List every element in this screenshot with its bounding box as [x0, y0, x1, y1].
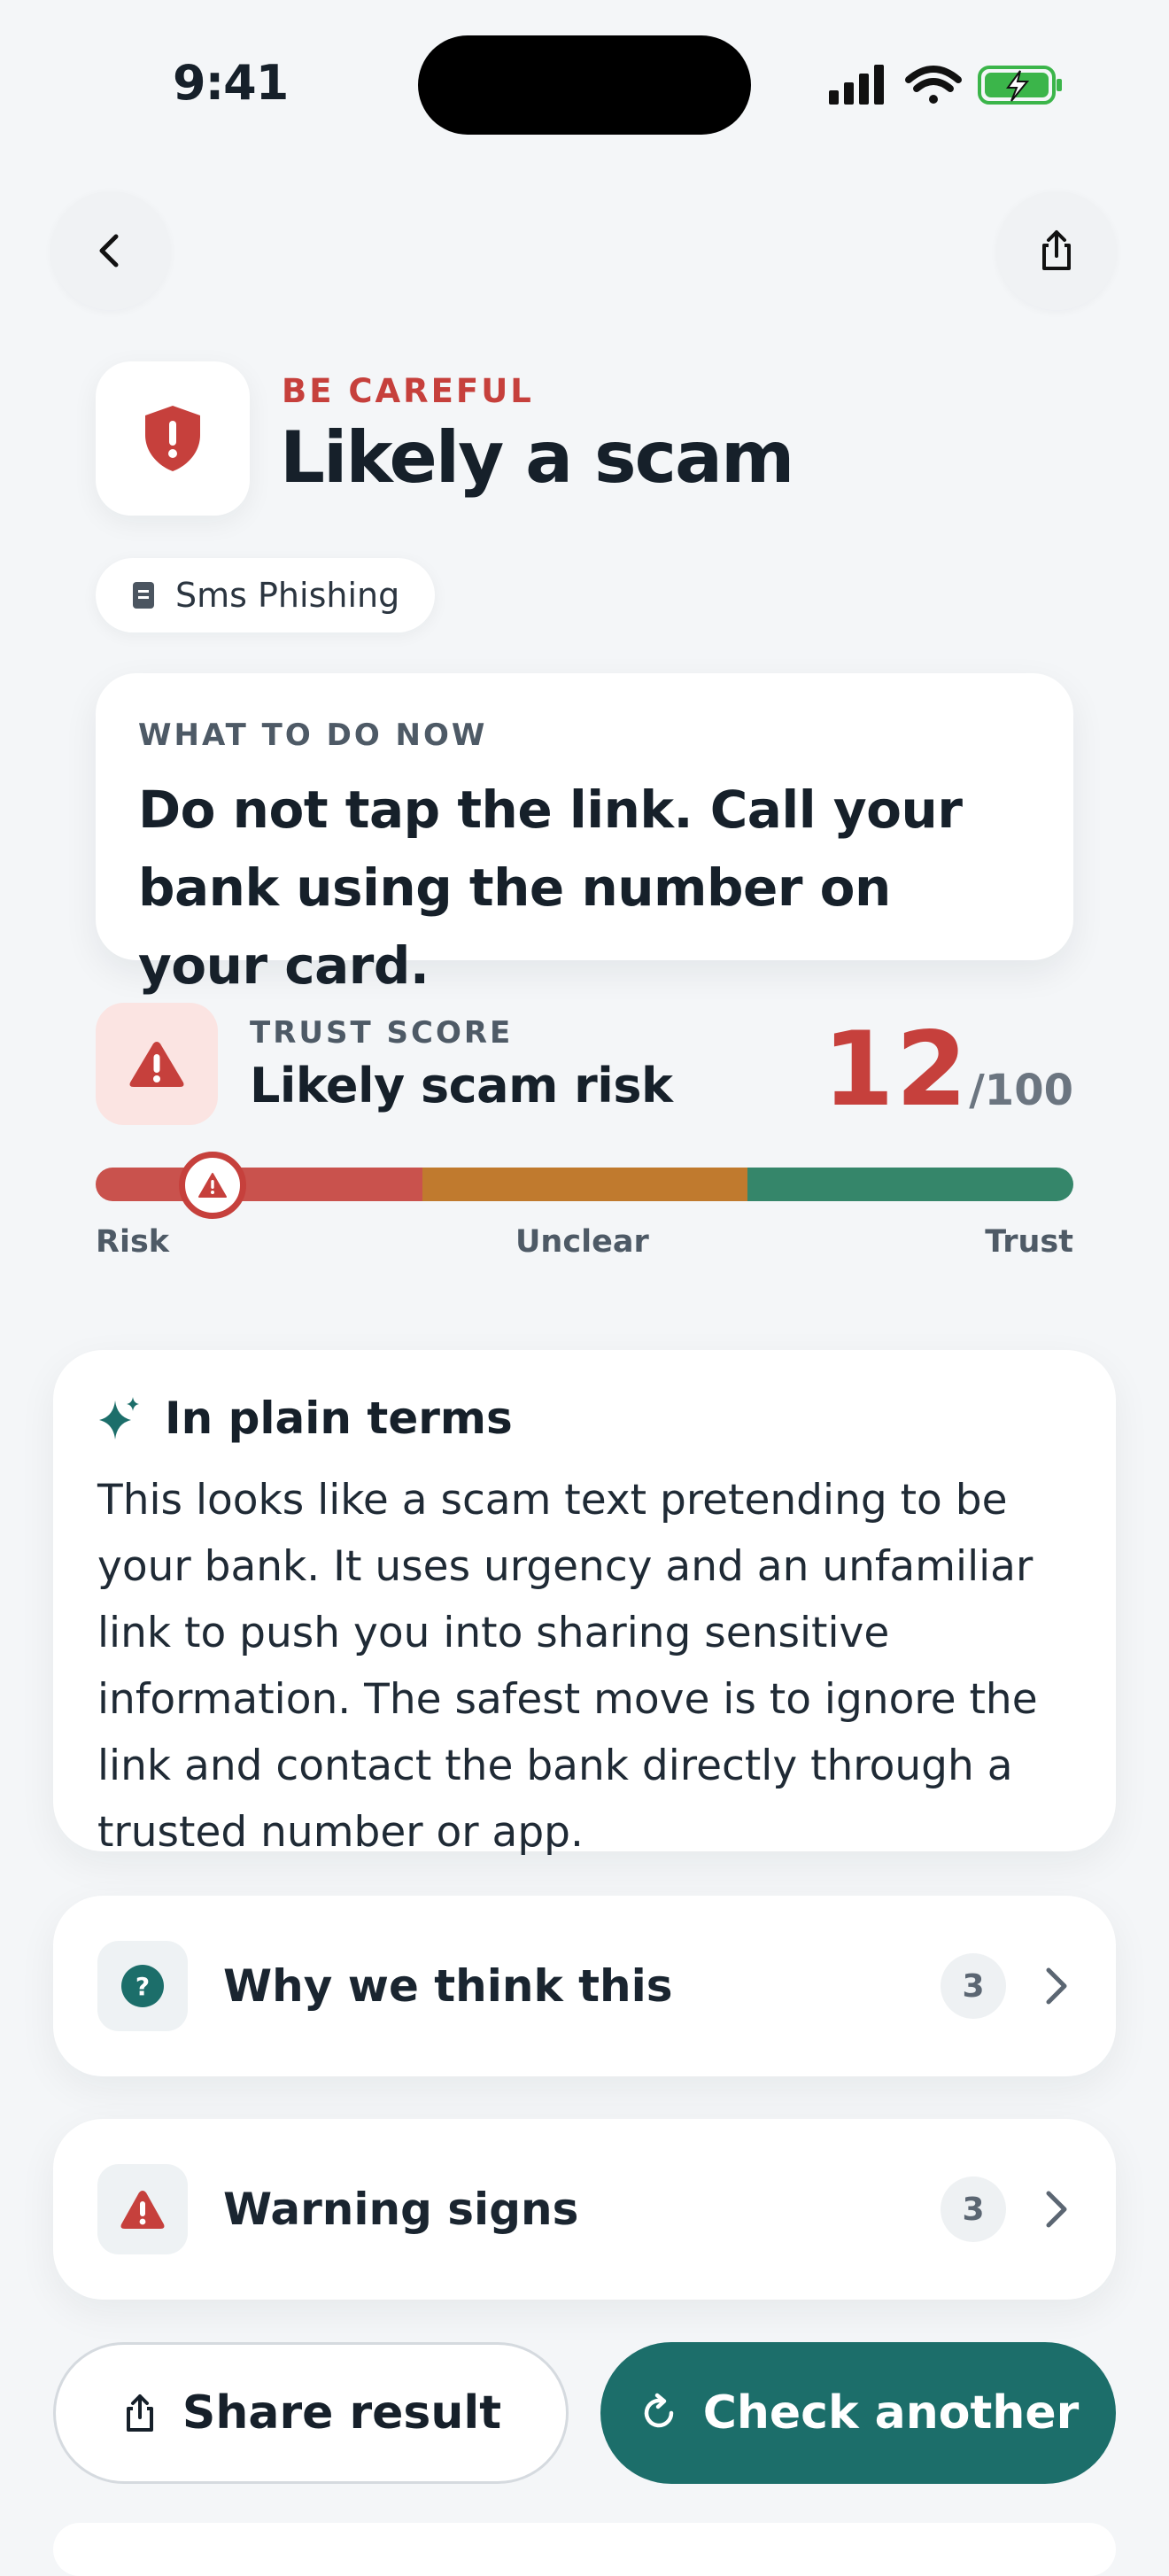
warning-icon — [129, 1042, 184, 1087]
status-time: 9:41 — [173, 55, 289, 111]
share-icon — [1042, 230, 1071, 270]
chevron-right-icon — [1046, 1967, 1067, 2005]
plain-terms-body: This looks like a scam text pretending t… — [97, 1476, 1038, 1857]
warning-signs-row[interactable]: Warning signs 3 — [53, 2119, 1116, 2300]
verdict-eyebrow: BE CAREFUL — [282, 372, 534, 410]
category-chip-label: Sms Phishing — [175, 576, 400, 615]
bar-segment-unclear — [422, 1168, 748, 1201]
verdict-badge — [96, 361, 250, 516]
plain-terms-title: In plain terms — [165, 1393, 513, 1444]
score-marker — [179, 1152, 247, 1219]
share-result-label: Share result — [182, 2386, 502, 2440]
scale-label-risk: Risk — [96, 1224, 170, 1260]
warning-signs-label: Warning signs — [223, 2184, 579, 2235]
share-icon — [126, 2394, 153, 2432]
dynamic-island — [418, 35, 751, 135]
bar-segment-risk — [96, 1168, 422, 1201]
refresh-icon — [644, 2393, 673, 2428]
trust-score-value: 12 /100 — [823, 1010, 1073, 1129]
share-result-button[interactable]: Share result — [53, 2342, 569, 2484]
scale-label-unclear: Unclear — [515, 1224, 649, 1260]
what-to-do-text: Do not tap the link. Call your bank usin… — [138, 780, 963, 996]
battery-icon — [978, 66, 1062, 105]
scale-label-trust: Trust — [985, 1224, 1073, 1260]
warning-icon — [198, 1173, 228, 1198]
row-icon-box — [97, 2164, 188, 2254]
sparkle-icon — [99, 1397, 139, 1439]
check-another-label: Check another — [702, 2386, 1080, 2440]
why-we-think-this-row[interactable]: ? Why we think this 3 — [53, 1896, 1116, 2076]
warning-icon — [120, 2191, 165, 2229]
what-to-do-label: WHAT TO DO NOW — [138, 718, 488, 753]
plain-terms-card: In plain terms This looks like a scam te… — [53, 1350, 1116, 1857]
cellular-signal-icon — [829, 65, 884, 105]
back-button[interactable] — [51, 191, 170, 310]
question-icon: ? — [121, 1965, 164, 2007]
bar-segment-trust — [747, 1168, 1073, 1201]
score-max: /100 — [969, 1066, 1073, 1115]
shield-alert-icon — [145, 406, 200, 471]
why-we-think-this-label: Why we think this — [223, 1960, 673, 2012]
category-chip: Sms Phishing — [96, 558, 436, 632]
page-title: Likely a scam — [280, 416, 794, 499]
share-button[interactable] — [997, 191, 1116, 310]
status-icons — [829, 65, 1062, 105]
next-card-peek — [53, 2523, 1116, 2576]
row-icon-box: ? — [97, 1941, 188, 2031]
svg-text:?: ? — [135, 1972, 150, 2001]
trust-score-badge — [96, 1003, 218, 1125]
what-to-do-card: WHAT TO DO NOW Do not tap the link. Call… — [96, 673, 1073, 996]
trust-score-label: TRUST SCORE — [250, 1015, 514, 1051]
wifi-icon — [905, 66, 962, 104]
chevron-right-icon — [1046, 2191, 1067, 2228]
document-icon — [133, 582, 154, 609]
warning-signs-count: 3 — [941, 2176, 1006, 2242]
why-we-think-this-count: 3 — [941, 1953, 1006, 2019]
trust-score-title: Likely scam risk — [250, 1058, 673, 1113]
chevron-left-icon — [99, 234, 119, 268]
check-another-button[interactable]: Check another — [600, 2342, 1116, 2484]
score-number: 12 — [822, 1010, 970, 1129]
